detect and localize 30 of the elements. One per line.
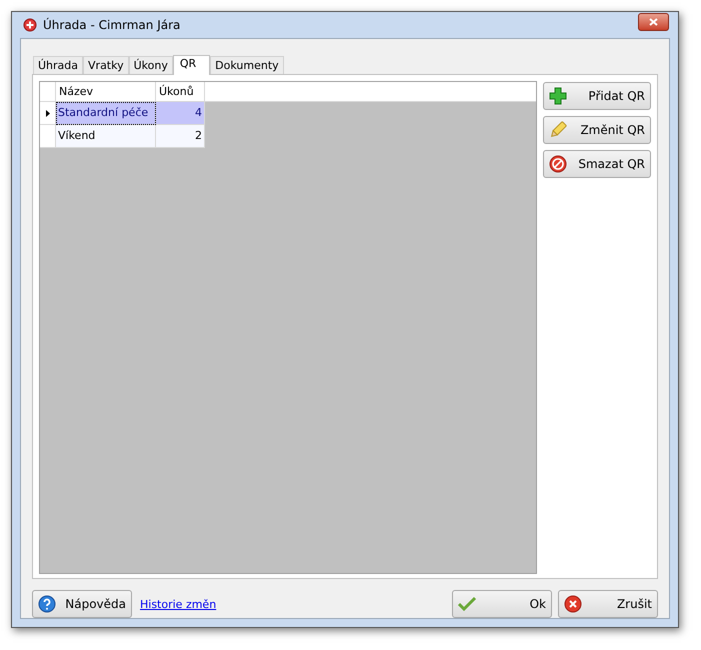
tab[interactable]: Dokumenty — [210, 56, 284, 74]
row-pointer-icon — [46, 110, 50, 116]
window-title: Úhrada - Cimrman Jára — [43, 16, 180, 34]
column-header[interactable]: Úkonů — [156, 82, 205, 101]
button[interactable]: Změnit QR — [543, 116, 651, 144]
button[interactable]: Smazat QR — [543, 150, 651, 178]
plus-icon — [549, 87, 567, 105]
button[interactable]: Nápověda — [32, 590, 132, 618]
button[interactable]: Zrušit — [558, 590, 658, 618]
tab[interactable]: Úhrada — [33, 56, 84, 74]
close-icon — [649, 18, 658, 26]
table-cell[interactable]: 4 — [156, 102, 205, 125]
table-cell[interactable]: Standardní péče — [56, 102, 156, 125]
help-icon — [38, 595, 56, 613]
tab[interactable]: Vratky — [83, 56, 129, 74]
column-header[interactable]: Název — [56, 82, 156, 101]
close-icon — [564, 595, 582, 613]
row-header[interactable] — [40, 102, 56, 125]
history-link[interactable]: Historie změn — [140, 596, 216, 614]
check-icon — [458, 596, 476, 612]
table-cell[interactable]: 2 — [156, 125, 205, 148]
close-button[interactable] — [638, 13, 669, 31]
tab[interactable]: QR — [172, 55, 210, 75]
pencil-icon — [549, 121, 567, 139]
button[interactable]: Ok — [452, 590, 552, 618]
table-cell[interactable]: Víkend — [56, 125, 156, 148]
button[interactable]: Přidat QR — [543, 82, 651, 110]
app-icon — [23, 18, 37, 32]
tab[interactable]: Úkony — [128, 56, 173, 74]
forbidden-icon — [549, 155, 567, 173]
